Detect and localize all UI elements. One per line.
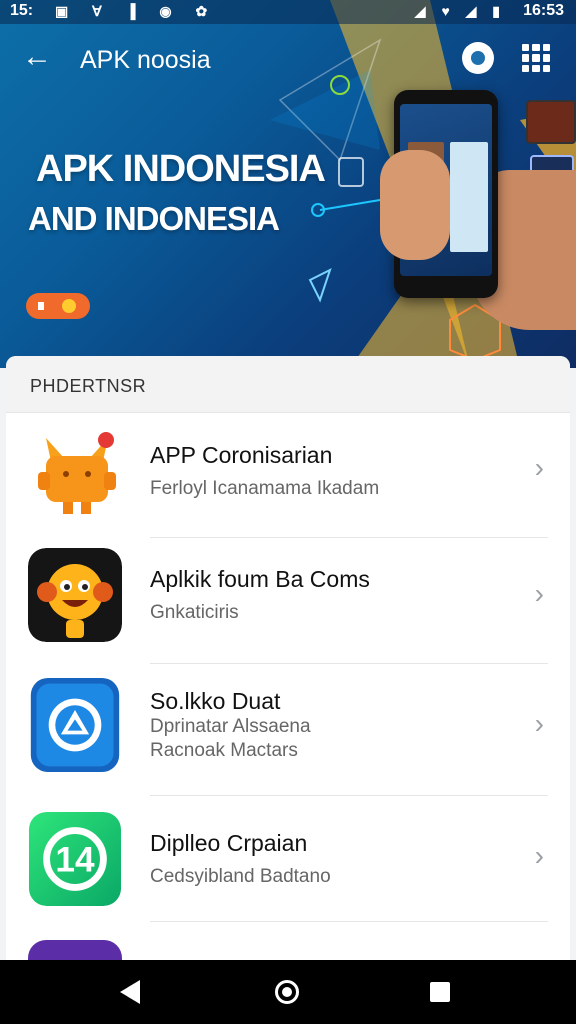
thumbnail-image	[526, 100, 576, 144]
section-header: PHDERTNSR	[6, 356, 570, 413]
toggle-pill-icon[interactable]	[26, 293, 90, 319]
smiley-character-icon	[28, 548, 122, 642]
section-title: PHDERTNSR	[30, 376, 147, 396]
notification-icons: ▣ ∀ ▐ ◉ ✿	[55, 3, 218, 19]
app-subtitle: Ferloyl Icanamama Ikadam	[150, 478, 380, 499]
status-bar: 15: ▣ ∀ ▐ ◉ ✿ ◢ ♥ ◢ ▮ 16:53	[0, 0, 576, 24]
list-item[interactable]: 14 Diplleo Crpaian Cedsyibland Badtano ›	[6, 796, 570, 922]
chevron-right-icon: ›	[534, 840, 544, 871]
grid-menu-icon[interactable]	[522, 44, 550, 72]
app-title: APP Coronisarian	[150, 442, 333, 468]
back-arrow-icon[interactable]: ←	[22, 42, 52, 72]
status-time-right: 16:53	[523, 2, 564, 19]
app-title: APK noosia	[80, 46, 211, 74]
list-item[interactable]: Aplkik foum Ba Coms Gnkaticiris ›	[6, 538, 570, 664]
app-title: Diplleo Crpaian	[150, 830, 308, 856]
list-item[interactable]: APP Coronisarian Ferloyl Icanamama Ikada…	[6, 412, 570, 538]
app-title: So.lkko Duat	[150, 688, 281, 714]
signal-icons: ◢ ♥ ◢ ▮	[414, 3, 506, 19]
chevron-right-icon: ›	[534, 452, 544, 483]
nav-home-icon[interactable]	[275, 980, 299, 1004]
app-subtitle: Cedsyibland Badtano	[150, 866, 331, 887]
hero-subline: AND INDONESIA	[28, 200, 280, 237]
cat-robot-icon	[38, 432, 116, 514]
triangle-logo-icon	[30, 678, 120, 772]
app-title: Aplkik foum Ba Coms	[150, 566, 370, 592]
app-subtitle: Gnkaticiris	[150, 602, 239, 623]
svg-text:14: 14	[55, 841, 95, 880]
app-subtitle-secondary: Racnoak Mactars	[150, 740, 298, 761]
hero-banner: 15: ▣ ∀ ▐ ◉ ✿ ◢ ♥ ◢ ▮ 16:53 ← APK noosia…	[0, 0, 576, 368]
chevron-right-icon: ›	[534, 578, 544, 609]
hand-illustration	[380, 150, 450, 260]
hero-headline: APK INDONESIA	[36, 148, 326, 190]
nav-back-icon[interactable]	[120, 980, 140, 1004]
system-nav-bar	[0, 960, 576, 1024]
chevron-right-icon: ›	[534, 708, 544, 739]
profile-icon[interactable]	[462, 42, 494, 74]
plus-circle-icon: 14	[28, 812, 122, 906]
nav-recent-icon[interactable]	[430, 982, 450, 1002]
app-list-card: PHDERTNSR APP Coronisarian Ferloyl Icana…	[6, 356, 570, 976]
frame-icon	[338, 157, 364, 187]
app-subtitle: Dprinatar Alssaena	[150, 716, 311, 737]
status-time-left: 15:	[10, 2, 34, 19]
list-item[interactable]: So.lkko Duat Dprinatar Alssaena Racnoak …	[6, 664, 570, 796]
app-bar: ← APK noosia	[0, 32, 576, 88]
